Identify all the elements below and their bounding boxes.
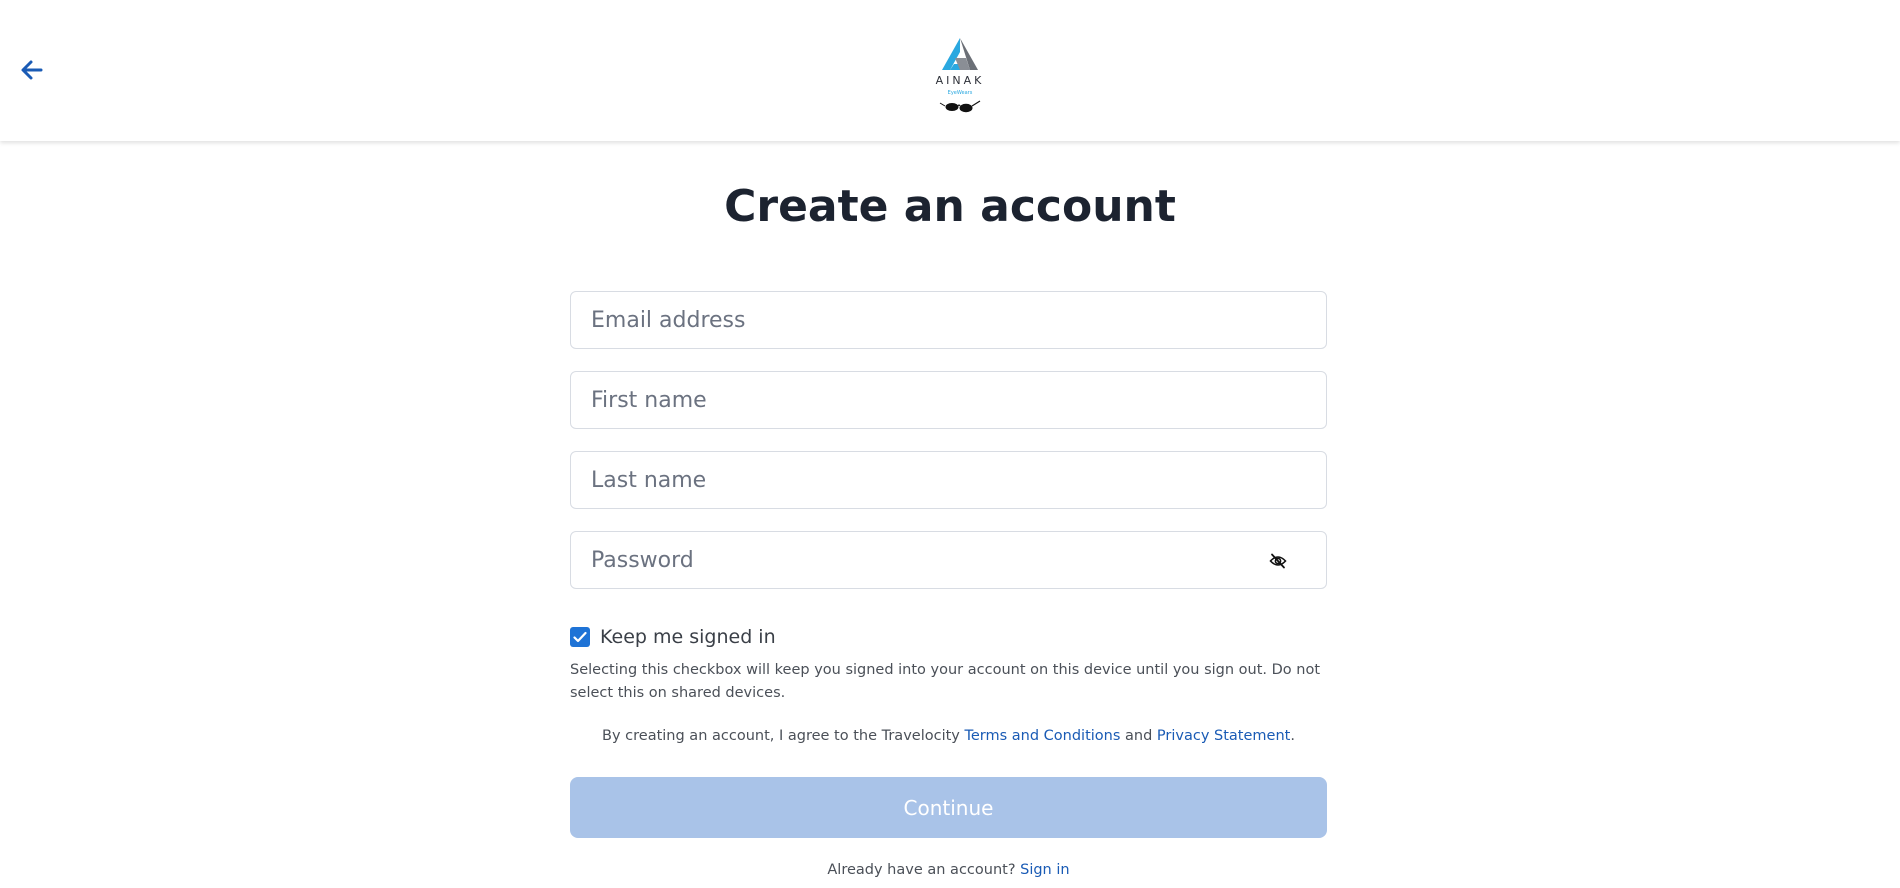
privacy-statement-link[interactable]: Privacy Statement [1157, 728, 1290, 744]
continue-button[interactable]: Continue [570, 777, 1327, 838]
first-name-field[interactable] [570, 371, 1327, 429]
brand-logo[interactable]: AINAK EyeWears [930, 34, 990, 120]
terms-and: and [1120, 728, 1157, 744]
svg-text:EyeWears: EyeWears [948, 90, 973, 96]
email-field[interactable] [570, 291, 1327, 349]
arrow-left-icon [21, 60, 43, 80]
terms-prefix: By creating an account, I agree to the T… [602, 728, 965, 744]
keep-signed-in-row: Keep me signed in [570, 622, 776, 652]
email-input[interactable] [571, 292, 1271, 348]
toggle-password-visibility-button[interactable] [1266, 549, 1290, 573]
keep-signed-in-label[interactable]: Keep me signed in [600, 626, 776, 648]
keep-signed-in-checkbox[interactable] [570, 627, 590, 647]
last-name-field[interactable] [570, 451, 1327, 509]
first-name-input[interactable] [571, 372, 1271, 428]
keep-signed-in-help: Selecting this checkbox will keep you si… [570, 662, 1321, 701]
terms-and-conditions-link[interactable]: Terms and Conditions [964, 728, 1120, 744]
password-field[interactable] [570, 531, 1327, 589]
terms-notice: By creating an account, I agree to the T… [570, 728, 1327, 744]
signup-panel: Create an account Keep me signed in Sele… [0, 141, 1900, 888]
sign-in-link[interactable]: Sign in [1020, 862, 1069, 878]
password-input[interactable] [571, 532, 1271, 588]
page-title: Create an account [724, 181, 1176, 232]
last-name-input[interactable] [571, 452, 1271, 508]
sign-in-prompt-text: Already have an account? [827, 862, 1021, 878]
svg-text:AINAK: AINAK [936, 74, 985, 87]
checkmark-icon [573, 631, 587, 643]
eye-off-icon [1269, 553, 1287, 569]
header: AINAK EyeWears [0, 0, 1900, 141]
back-button[interactable] [14, 54, 50, 86]
terms-suffix: . [1290, 728, 1295, 744]
sign-in-prompt: Already have an account? Sign in [570, 862, 1327, 878]
